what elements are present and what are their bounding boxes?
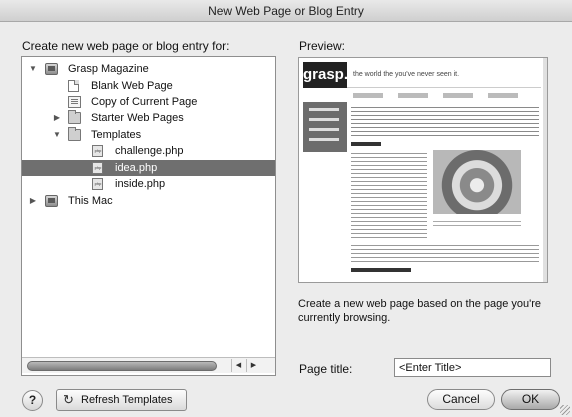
- disclosure-expanded-icon[interactable]: ▼: [28, 61, 38, 77]
- resize-grip-icon[interactable]: [560, 405, 570, 415]
- page-title-label: Page title:: [299, 362, 353, 376]
- help-button[interactable]: ?: [22, 390, 43, 411]
- php-file-icon: [92, 145, 103, 157]
- tree-item-templates[interactable]: ▼ Templates: [22, 127, 275, 143]
- folder-icon: [68, 127, 81, 141]
- scroll-right-arrow-icon[interactable]: ▶: [246, 359, 260, 372]
- window-title: New Web Page or Blog Entry: [0, 0, 572, 22]
- tree-item-label: challenge.php: [115, 145, 184, 157]
- refresh-button-label: Refresh Templates: [81, 394, 173, 406]
- tree-item-label: Copy of Current Page: [91, 96, 198, 108]
- copy-page-icon: [68, 96, 81, 108]
- tree-item-copy-current-page[interactable]: Copy of Current Page: [22, 94, 275, 110]
- template-preview: grasp. the world the you've never seen i…: [298, 57, 548, 283]
- preview-photo: [433, 150, 521, 214]
- tree-item-this-mac[interactable]: ▶ This Mac: [22, 193, 275, 209]
- preview-header: grasp. the world the you've never seen i…: [303, 62, 541, 88]
- tree-item-inside-php[interactable]: inside.php: [22, 176, 275, 192]
- tree-item-label: Templates: [91, 129, 142, 141]
- preview-nav: [303, 102, 347, 152]
- cancel-button[interactable]: Cancel: [427, 389, 495, 410]
- tree-item-label: Blank Web Page: [91, 80, 173, 92]
- refresh-templates-button[interactable]: ↻ Refresh Templates: [56, 389, 187, 411]
- php-file-icon: [92, 178, 103, 190]
- tree-item-grasp-magazine[interactable]: ▼ Grasp Magazine: [22, 61, 275, 77]
- tree-item-blank-web-page[interactable]: Blank Web Page: [22, 78, 275, 94]
- preview-logo: grasp.: [303, 62, 348, 88]
- computer-icon: [45, 63, 58, 75]
- tree-heading: Create new web page or blog entry for:: [22, 39, 230, 53]
- refresh-icon: ↻: [63, 392, 74, 407]
- computer-icon: [45, 195, 58, 207]
- scroll-left-arrow-icon[interactable]: ◀: [231, 359, 245, 372]
- tree-item-challenge-php[interactable]: challenge.php: [22, 143, 275, 159]
- tree-item-starter-web-pages[interactable]: ▶ Starter Web Pages: [22, 110, 275, 126]
- disclosure-expanded-icon[interactable]: ▼: [52, 127, 62, 143]
- tree-item-label: idea.php: [115, 162, 158, 174]
- ok-button[interactable]: OK: [501, 389, 560, 410]
- disclosure-collapsed-icon[interactable]: ▶: [28, 193, 38, 209]
- site-tree[interactable]: ▼ Grasp Magazine Blank Web Page Copy of …: [21, 56, 276, 376]
- blank-page-icon: [68, 80, 79, 92]
- folder-icon: [68, 110, 81, 124]
- page-title-input[interactable]: [394, 358, 551, 377]
- disclosure-collapsed-icon[interactable]: ▶: [52, 110, 62, 126]
- tree-horizontal-scrollbar[interactable]: ◀ ▶: [22, 357, 275, 373]
- tree-item-label: This Mac: [68, 195, 113, 207]
- php-file-icon: [92, 162, 103, 174]
- template-description: Create a new web page based on the page …: [298, 298, 542, 324]
- tree-item-label: inside.php: [115, 178, 166, 190]
- tree-item-label: Starter Web Pages: [91, 112, 184, 124]
- preview-heading: Preview:: [299, 39, 346, 53]
- preview-tagline: the world the you've never seen it.: [353, 71, 460, 78]
- tree-item-idea-php[interactable]: idea.php: [22, 160, 275, 176]
- tree-item-label: Grasp Magazine: [68, 63, 149, 75]
- scrollbar-thumb[interactable]: [27, 361, 217, 371]
